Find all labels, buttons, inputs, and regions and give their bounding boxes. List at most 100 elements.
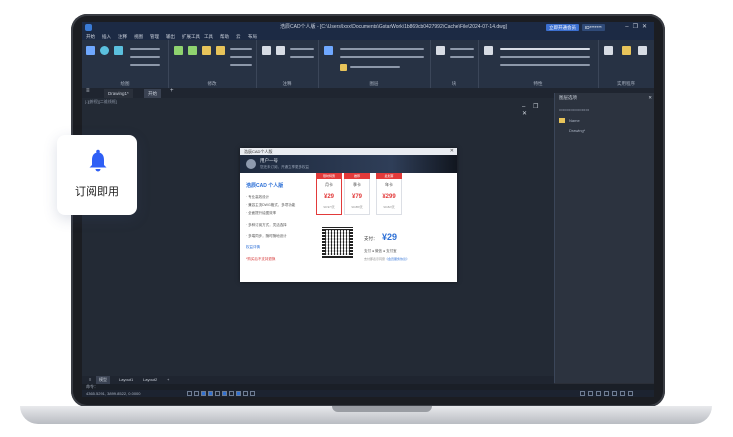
layer-state-icon[interactable] [340, 64, 347, 71]
linetype-dropdown[interactable] [500, 56, 590, 58]
trim-tool-icon[interactable] [202, 46, 211, 55]
feature-item: · 专业高效设计 [246, 195, 270, 199]
menu-cloud[interactable]: 云 [236, 33, 241, 40]
dyn-toggle-icon[interactable] [236, 391, 241, 396]
tab-drawing1[interactable]: Drawing1* [104, 89, 133, 98]
modify-tool-row[interactable] [230, 56, 252, 58]
clipboard-icon[interactable] [604, 46, 613, 55]
snap-toggle-icon[interactable] [194, 391, 199, 396]
draw-tool-row[interactable] [130, 56, 160, 58]
ortho-toggle-icon[interactable] [201, 391, 206, 396]
selection-toggle-icon[interactable] [243, 391, 248, 396]
isolate-icon[interactable] [596, 391, 601, 396]
panel-header: 图层选项 ✕ [555, 93, 654, 102]
match-properties-icon[interactable] [484, 46, 493, 55]
menu-tools[interactable]: 工具 [204, 33, 213, 40]
annotate-tool-row[interactable] [290, 56, 314, 58]
menu-insert[interactable]: 插入 [102, 33, 111, 40]
layer-tool-row[interactable] [340, 48, 424, 50]
warning-tool-icon[interactable] [216, 46, 225, 55]
user-account-button[interactable]: ID******* [582, 24, 605, 31]
plan-name: 季卡 [353, 182, 361, 187]
plan-name: 月卡 [325, 182, 333, 187]
clean-screen-icon[interactable] [612, 391, 617, 396]
plan-card-quarterly[interactable]: 推荐 季卡 ¥79 ¥0.88/天 [344, 173, 370, 215]
layer-dropdown[interactable] [350, 66, 400, 68]
workspace-icon[interactable] [580, 391, 585, 396]
hardware-accel-icon[interactable] [604, 391, 609, 396]
coordinates-readout: 4365.5291, 3899.8522, 0.0000 [86, 391, 141, 396]
tab-add-layout[interactable]: + [164, 376, 172, 384]
annotate-tool-row[interactable] [290, 48, 314, 50]
menu-hamburger-icon[interactable]: ≡ [86, 88, 90, 94]
lineweight-toggle-icon[interactable] [229, 391, 234, 396]
color-dropdown[interactable] [500, 48, 590, 50]
dimension-tool-icon[interactable] [276, 46, 285, 55]
menu-home[interactable]: 开始 [86, 33, 95, 40]
menu-view[interactable]: 视图 [134, 33, 143, 40]
feature-item: · 兼容主流DWG格式，多项功能 [246, 203, 296, 207]
status-bar: 4365.5291, 3899.8522, 0.0000 [82, 390, 654, 397]
annotation-scale-icon[interactable] [588, 391, 593, 396]
plan-card-yearly[interactable]: 最划算 年卡 ¥299 ¥0.82/天 [376, 173, 402, 215]
cad-app-window: 浩辰CAD个人版 - [C:\Users\lxxx\Documents\Gsta… [82, 22, 654, 397]
panel-row-drawing[interactable]: Drawing* [569, 128, 585, 133]
tab-layout2[interactable]: Layout2 [140, 376, 160, 384]
title-bar: 浩辰CAD个人版 - [C:\Users\lxxx\Documents\Gsta… [82, 22, 654, 33]
lineweight-dropdown[interactable] [500, 64, 590, 66]
agreement-link[interactable]: 《会员服务协议》 [385, 257, 409, 261]
plan-price: ¥299 [382, 194, 396, 200]
arc-tool-icon[interactable] [114, 46, 123, 55]
plan-price: ¥79 [351, 194, 362, 200]
draw-tool-row[interactable] [130, 48, 160, 50]
menu-icon[interactable]: ≡ [86, 376, 94, 384]
subscribe-notice-card[interactable]: 订阅即用 [57, 135, 137, 215]
panel-close-icon[interactable]: ✕ [648, 93, 652, 102]
tab-model[interactable]: 模型 [96, 376, 110, 384]
canvas-window-controls[interactable]: – ❐ ✕ [522, 103, 554, 117]
app-logo-icon [85, 24, 92, 31]
panel-search[interactable]: ▭▭▭▭▭▭▭▭ [559, 107, 589, 112]
grid-toggle-icon[interactable] [187, 391, 192, 396]
customize-icon[interactable] [620, 391, 625, 396]
circle-tool-icon[interactable] [100, 46, 109, 55]
panel-row-name[interactable]: Name [569, 118, 580, 123]
modify-tool-row[interactable] [230, 48, 252, 50]
fullscreen-icon[interactable] [628, 391, 633, 396]
menu-layout[interactable]: 布局 [248, 33, 257, 40]
block-tool-row[interactable] [450, 48, 474, 50]
draw-tool-row[interactable] [130, 64, 160, 66]
window-controls[interactable]: –❐✕ [625, 22, 651, 33]
block-tool-row[interactable] [450, 56, 474, 58]
rotate-tool-icon[interactable] [188, 46, 197, 55]
viewport-label[interactable]: [-][俯视][二维线框] [85, 99, 117, 105]
move-tool-icon[interactable] [174, 46, 183, 55]
polar-toggle-icon[interactable] [208, 391, 213, 396]
dialog-close-icon[interactable]: ✕ [450, 148, 454, 155]
tab-start[interactable]: 开始 [144, 89, 161, 98]
menu-help[interactable]: 帮助 [220, 33, 229, 40]
menu-annotate[interactable]: 注释 [118, 33, 127, 40]
new-tab-plus-icon[interactable]: + [170, 88, 174, 94]
otrack-toggle-icon[interactable] [222, 391, 227, 396]
tab-layout1[interactable]: Layout1 [116, 376, 136, 384]
plan-card-monthly[interactable]: 限时特惠 月卡 ¥29 ¥0.97/天 [316, 173, 342, 215]
line-tool-icon[interactable] [86, 46, 95, 55]
layer-tool-row[interactable] [340, 56, 424, 58]
subscribe-button[interactable]: 立即开通会员 [546, 24, 579, 31]
menu-ext-tools[interactable]: 扩展工具 [182, 33, 200, 40]
text-tool-icon[interactable] [262, 46, 271, 55]
notice-label: 订阅即用 [75, 186, 119, 198]
menu-bar: 开始 插入 注释 视图 管理 输出 扩展工具 工具 帮助 云 布局 [82, 33, 654, 40]
osnap-toggle-icon[interactable] [215, 391, 220, 396]
folder-icon [559, 118, 565, 123]
layer-properties-icon[interactable] [324, 46, 333, 55]
measure-icon[interactable] [638, 46, 647, 55]
insert-block-icon[interactable] [436, 46, 445, 55]
benefits-link[interactable]: 权益详情 [246, 245, 260, 250]
annotation-toggle-icon[interactable] [250, 391, 255, 396]
paste-icon[interactable] [622, 46, 631, 55]
menu-output[interactable]: 输出 [166, 33, 175, 40]
menu-manage[interactable]: 管理 [150, 33, 159, 40]
modify-tool-row[interactable] [230, 64, 252, 66]
